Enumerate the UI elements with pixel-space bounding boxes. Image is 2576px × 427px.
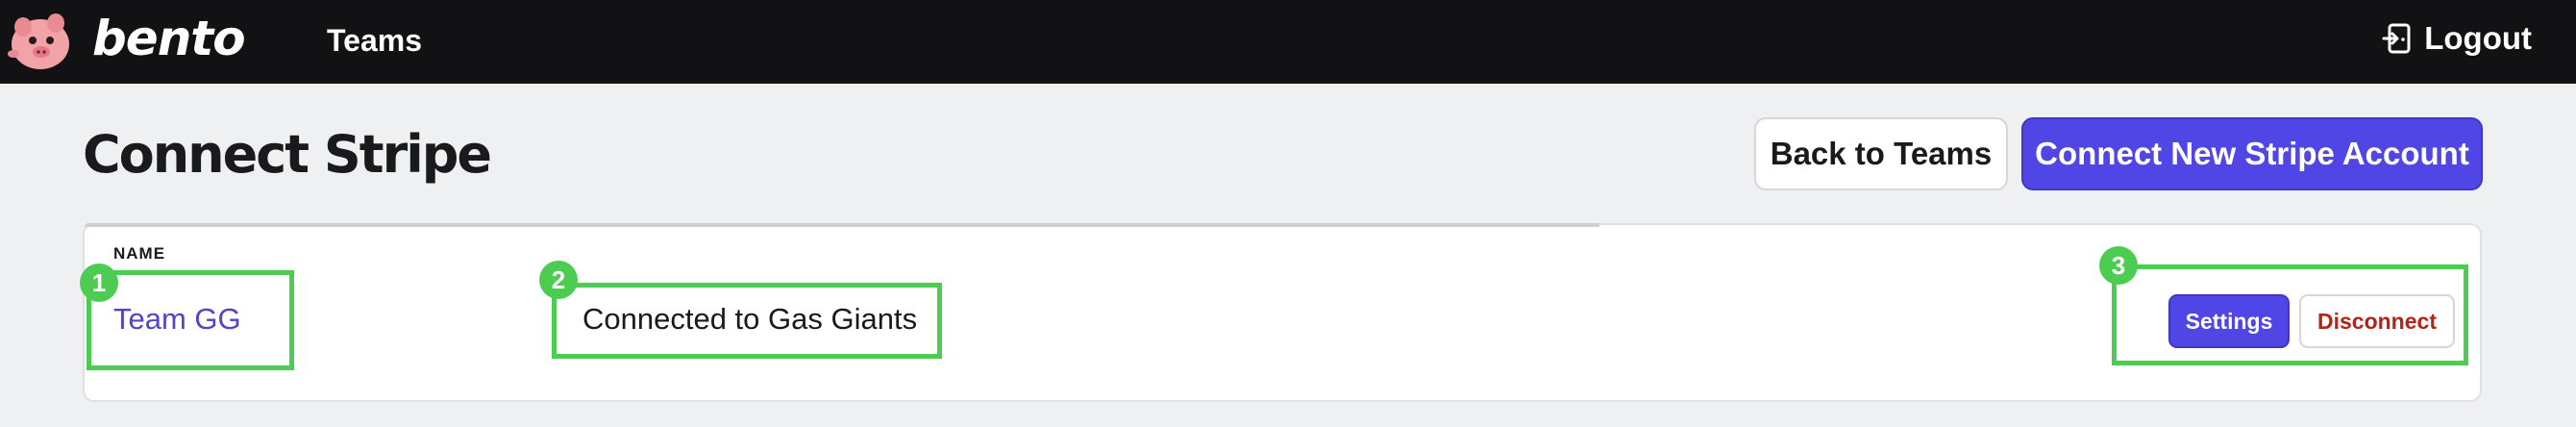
page-title: Connect Stripe xyxy=(83,124,492,185)
annotation-badge-1: 1 xyxy=(80,264,118,302)
brand-logo[interactable]: bento xyxy=(92,12,246,65)
table-top-border xyxy=(85,223,1599,227)
annotation-badge-3: 3 xyxy=(2099,246,2138,285)
nav-teams-link[interactable]: Teams xyxy=(327,21,422,60)
top-navigation-bar: bento Teams Logout xyxy=(0,0,2576,84)
back-to-teams-button[interactable]: Back to Teams xyxy=(1754,117,2008,190)
annotation-badge-2: 2 xyxy=(539,261,578,299)
logout-label: Logout xyxy=(2424,20,2532,56)
annotation-box-3 xyxy=(2112,264,2468,365)
pig-mascot-icon[interactable] xyxy=(6,10,73,73)
logout-button[interactable]: Logout xyxy=(2382,17,2532,60)
connect-new-stripe-account-button[interactable]: Connect New Stripe Account xyxy=(2021,117,2483,190)
logout-door-icon xyxy=(2382,23,2411,54)
annotation-box-2 xyxy=(552,283,942,359)
column-header-name: NAME xyxy=(113,244,166,263)
